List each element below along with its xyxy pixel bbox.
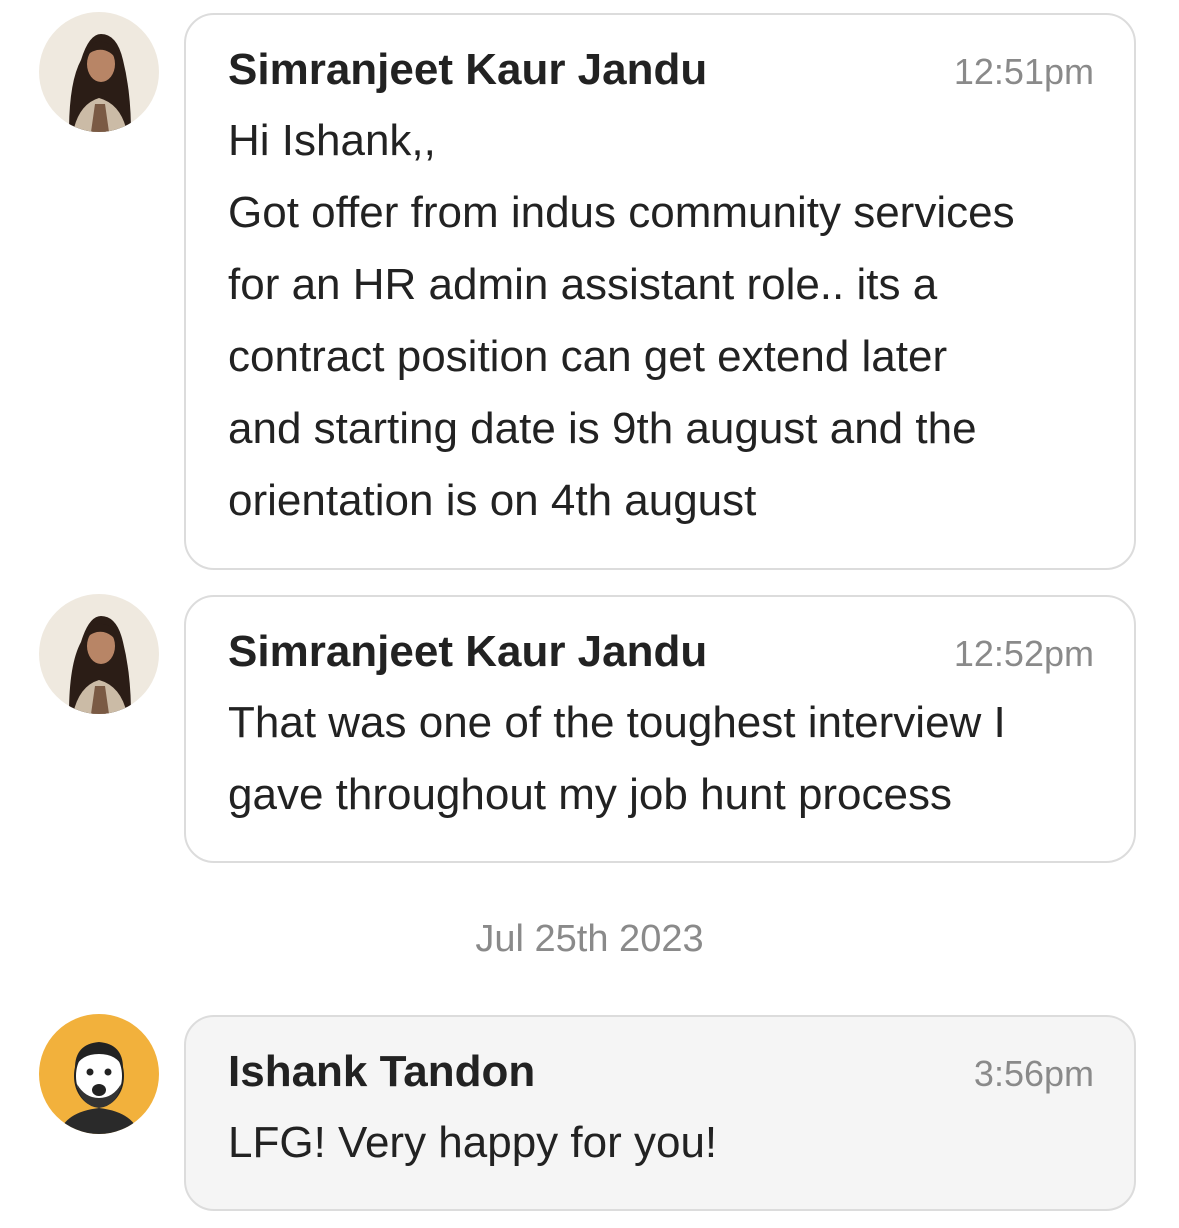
message-bubble[interactable]: Simranjeet Kaur Jandu 12:52pm That was o… <box>184 595 1136 863</box>
sender-name[interactable]: Simranjeet Kaur Jandu <box>228 45 707 95</box>
message-header: Simranjeet Kaur Jandu 12:51pm <box>228 45 1094 105</box>
message-text-line: orientation is on 4th august <box>228 476 757 525</box>
message-header: Ishank Tandon 3:56pm <box>228 1047 1094 1107</box>
message-text-line: gave throughout my job hunt process <box>228 770 953 819</box>
message-text-line: contract position can get extend later <box>228 332 948 381</box>
message-timestamp: 12:51pm <box>953 51 1094 92</box>
avatar[interactable] <box>39 594 159 714</box>
message-bubble[interactable]: Ishank Tandon 3:56pm LFG! Very happy for… <box>184 1015 1136 1211</box>
message-text-line: That was one of the toughest interview I <box>228 698 1006 747</box>
profile-photo-woman-icon <box>39 594 159 714</box>
profile-photo-woman-icon <box>39 12 159 132</box>
message-text-line: for an HR admin assistant role.. its a <box>228 260 938 309</box>
message-text-line: LFG! Very happy for you! <box>228 1118 718 1167</box>
message-text-line: Got offer from indus community services <box>228 188 1015 237</box>
message-text-line: and starting date is 9th august and the <box>228 404 977 453</box>
profile-photo-man-icon <box>39 1014 159 1134</box>
date-separator: Jul 25th 2023 <box>475 918 704 960</box>
message-timestamp: 12:52pm <box>953 633 1094 674</box>
avatar[interactable] <box>39 1014 159 1134</box>
message-text-line: Hi Ishank,, <box>228 116 436 165</box>
message-bubble[interactable]: Simranjeet Kaur Jandu 12:51pm Hi Ishank,… <box>184 13 1136 570</box>
sender-name[interactable]: Ishank Tandon <box>228 1047 535 1097</box>
message-header: Simranjeet Kaur Jandu 12:52pm <box>228 627 1094 687</box>
message-timestamp: 3:56pm <box>973 1053 1094 1094</box>
avatar[interactable] <box>39 12 159 132</box>
sender-name[interactable]: Simranjeet Kaur Jandu <box>228 627 707 677</box>
